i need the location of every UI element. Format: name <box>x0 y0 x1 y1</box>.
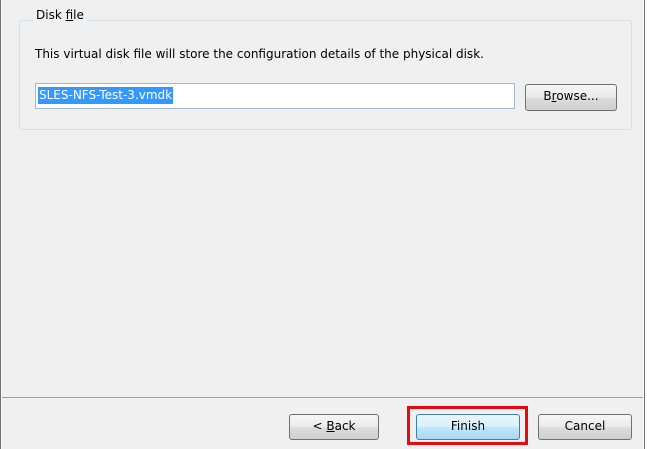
back-label-access-key: B <box>326 419 335 433</box>
back-label-suffix: ack <box>334 419 356 433</box>
wizard-content-area: Disk file This virtual disk file will st… <box>2 0 643 397</box>
finish-button[interactable]: Finish <box>416 414 520 440</box>
disk-file-path-selected-text: SLES-NFS-Test-3.vmdk <box>38 87 174 104</box>
disk-file-description: This virtual disk file will store the co… <box>35 47 484 61</box>
disk-file-title-suffix: ile <box>73 8 84 22</box>
cancel-button[interactable]: Cancel <box>538 414 632 440</box>
back-button[interactable]: < Back <box>289 414 379 440</box>
browse-label-prefix: B <box>543 89 552 103</box>
browse-button[interactable]: Browse... <box>525 84 617 111</box>
disk-file-group <box>19 20 632 130</box>
disk-file-path-input[interactable]: SLES-NFS-Test-3.vmdk <box>35 83 515 109</box>
disk-file-wizard-window: Disk file This virtual disk file will st… <box>0 0 645 449</box>
browse-label-suffix: owse... <box>556 89 599 103</box>
disk-file-group-title: Disk file <box>33 7 87 23</box>
back-label-prefix: < <box>312 419 327 433</box>
disk-file-title-prefix: Disk <box>36 8 66 22</box>
